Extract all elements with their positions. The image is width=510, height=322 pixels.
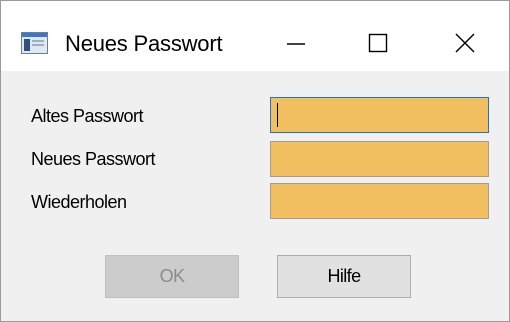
window-title: Neues Passwort: [65, 31, 223, 56]
help-button[interactable]: Hilfe: [277, 255, 411, 298]
repeat-password-field[interactable]: [270, 183, 489, 219]
ok-button[interactable]: OK: [105, 255, 239, 298]
dialog-window: Neues Passwort Altes Passwort Neues Pass…: [0, 0, 510, 322]
repeat-password-label: Wiederholen: [31, 192, 127, 212]
maximize-button[interactable]: [350, 19, 406, 67]
old-password-label: Altes Passwort: [31, 106, 144, 126]
window-app-icon: [21, 32, 48, 54]
minimize-button[interactable]: [268, 19, 324, 67]
close-button[interactable]: [437, 19, 493, 67]
title-bar[interactable]: Neues Passwort: [1, 1, 509, 71]
maximize-icon: [368, 33, 388, 53]
old-password-field[interactable]: [270, 97, 489, 133]
close-icon: [455, 33, 475, 53]
minimize-icon: [287, 43, 305, 45]
new-password-label: Neues Passwort: [31, 149, 156, 169]
text-caret: [277, 103, 278, 127]
new-password-field[interactable]: [270, 141, 489, 177]
